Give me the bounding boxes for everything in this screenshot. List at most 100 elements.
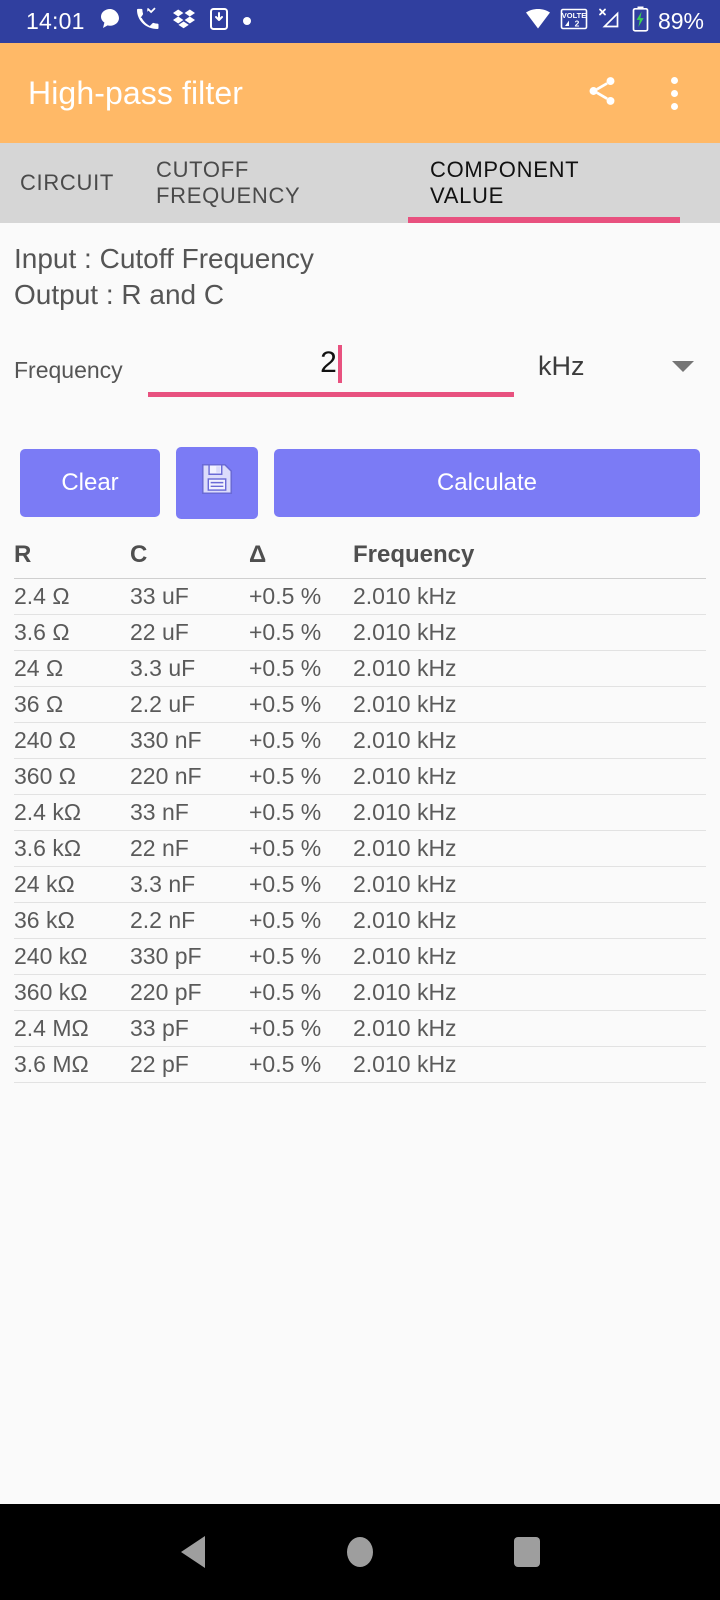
cell-r: 24 kΩ	[14, 870, 75, 897]
cell-c: 22 pF	[130, 1050, 189, 1077]
app-bar-actions	[578, 69, 698, 117]
cell-c: 33 pF	[130, 1014, 189, 1041]
io-description: Input : Cutoff Frequency Output : R and …	[0, 223, 720, 313]
table-row: 3.6 MΩ 22 pF +0.5 % 2.010 kHz	[14, 1047, 706, 1083]
cell-frequency: 2.010 kHz	[353, 1050, 457, 1077]
cell-c: 2.2 nF	[130, 906, 196, 933]
cell-frequency: 2.010 kHz	[353, 654, 457, 681]
frequency-input[interactable]: 2	[148, 335, 514, 397]
cell-frequency: 2.010 kHz	[353, 582, 457, 609]
tab-bar: CIRCUIT CUTOFF FREQUENCY COMPONENT VALUE	[0, 143, 720, 223]
cell-frequency: 2.010 kHz	[353, 798, 457, 825]
cell-c: 220 pF	[130, 978, 202, 1005]
nav-back-button[interactable]	[163, 1522, 223, 1582]
volte-2-icon: VOLTE 2	[560, 7, 588, 36]
cell-c: 22 uF	[130, 618, 189, 645]
tab-circuit-label: CIRCUIT	[19, 170, 115, 195]
cell-frequency: 2.010 kHz	[353, 690, 457, 717]
table-row: 2.4 kΩ 33 nF +0.5 % 2.010 kHz	[14, 795, 706, 831]
cell-delta: +0.5 %	[249, 834, 322, 861]
cell-delta: +0.5 %	[249, 726, 322, 753]
wifi-icon	[525, 7, 551, 36]
battery-charging-icon	[632, 6, 649, 37]
cell-frequency: 2.010 kHz	[353, 1014, 457, 1041]
results-table: R C Δ Frequency 2.4 Ω 33 uF +0.5 % 2.010 kH…	[14, 533, 706, 1083]
cell-frequency: 2.010 kHz	[353, 942, 457, 969]
cell-r: 360 kΩ	[14, 978, 88, 1005]
unit-dropdown[interactable]: kHz	[538, 335, 708, 395]
share-button[interactable]	[578, 69, 626, 117]
nav-home-button[interactable]	[330, 1522, 390, 1582]
tab-cutoff-frequency[interactable]: CUTOFF FREQUENCY	[134, 143, 408, 223]
system-navigation-bar	[0, 1504, 720, 1600]
save-button[interactable]	[176, 446, 258, 519]
cell-c: 220 nF	[130, 762, 202, 789]
cell-delta: +0.5 %	[249, 942, 322, 969]
cell-frequency: 2.010 kHz	[353, 906, 457, 933]
recents-square-icon	[513, 1537, 540, 1567]
cell-frequency: 2.010 kHz	[353, 726, 457, 753]
cell-frequency: 2.010 kHz	[353, 762, 457, 789]
cell-r: 2.4 Ω	[14, 582, 70, 609]
cell-frequency: 2.010 kHz	[353, 870, 457, 897]
overflow-menu-button[interactable]	[650, 69, 698, 117]
cell-delta: +0.5 %	[249, 906, 322, 933]
cell-delta: +0.5 %	[249, 690, 322, 717]
home-circle-icon	[346, 1537, 373, 1567]
page-title: High-pass filter	[28, 74, 244, 111]
table-row: 360 kΩ 220 pF +0.5 % 2.010 kHz	[14, 975, 706, 1011]
nav-recents-button[interactable]	[497, 1522, 557, 1582]
app-bar: High-pass filter	[0, 43, 720, 143]
column-header-c: C	[130, 541, 148, 569]
app-root: 14:01 VOLTE 2 89% High-pass filter CIRCU…	[0, 0, 720, 1600]
chevron-down-icon	[672, 361, 694, 373]
cell-r: 240 kΩ	[14, 942, 88, 969]
svg-text:2: 2	[575, 18, 580, 28]
cell-delta: +0.5 %	[249, 618, 322, 645]
cell-c: 2.2 uF	[130, 690, 196, 717]
cell-r: 3.6 kΩ	[14, 834, 82, 861]
tab-component-value[interactable]: COMPONENT VALUE	[408, 143, 680, 223]
table-row: 240 Ω 330 nF +0.5 % 2.010 kHz	[14, 723, 706, 759]
phone-download-icon	[209, 7, 229, 36]
column-header-frequency: Frequency	[353, 541, 475, 569]
cell-r: 2.4 MΩ	[14, 1014, 89, 1041]
cell-frequency: 2.010 kHz	[353, 978, 457, 1005]
cell-r: 360 Ω	[14, 762, 76, 789]
column-header-r: R	[14, 541, 32, 569]
save-floppy-icon	[198, 460, 236, 505]
cell-frequency: 2.010 kHz	[353, 834, 457, 861]
table-row: 36 Ω 2.2 uF +0.5 % 2.010 kHz	[14, 687, 706, 723]
no-signal-icon	[597, 7, 623, 36]
frequency-input-value: 2	[320, 345, 337, 379]
column-header-delta: Δ	[249, 541, 267, 569]
output-description: Output : R and C	[14, 278, 225, 310]
chat-bubble-icon	[98, 7, 122, 36]
cell-frequency: 2.010 kHz	[353, 618, 457, 645]
cell-r: 24 Ω	[14, 654, 64, 681]
table-body: 2.4 Ω 33 uF +0.5 % 2.010 kHz 3.6 Ω 22 uF +0.5 …	[14, 579, 706, 1083]
battery-percent-label: 89%	[657, 8, 704, 34]
cell-delta: +0.5 %	[249, 978, 322, 1005]
cell-c: 33 uF	[130, 582, 189, 609]
table-row: 2.4 MΩ 33 pF +0.5 % 2.010 kHz	[14, 1011, 706, 1047]
status-bar-left: 14:01	[26, 7, 252, 36]
cell-r: 36 kΩ	[14, 906, 75, 933]
unit-dropdown-value: kHz	[538, 351, 585, 382]
cell-r: 2.4 kΩ	[14, 798, 82, 825]
clear-button[interactable]: Clear	[20, 448, 160, 517]
table-row: 36 kΩ 2.2 nF +0.5 % 2.010 kHz	[14, 903, 706, 939]
input-description: Input : Cutoff Frequency	[14, 243, 314, 274]
frequency-input-row: Frequency 2 kHz	[0, 335, 720, 405]
missed-call-icon	[135, 7, 159, 36]
cell-c: 22 nF	[130, 834, 189, 861]
tab-circuit[interactable]: CIRCUIT	[0, 143, 134, 223]
cell-r: 3.6 Ω	[14, 618, 70, 645]
table-row: 3.6 kΩ 22 nF +0.5 % 2.010 kHz	[14, 831, 706, 867]
cell-r: 240 Ω	[14, 726, 76, 753]
frequency-label: Frequency	[14, 356, 123, 383]
more-vertical-icon	[670, 76, 678, 110]
cell-delta: +0.5 %	[249, 1014, 322, 1041]
calculate-button[interactable]: Calculate	[274, 448, 700, 517]
table-row: 2.4 Ω 33 uF +0.5 % 2.010 kHz	[14, 579, 706, 615]
